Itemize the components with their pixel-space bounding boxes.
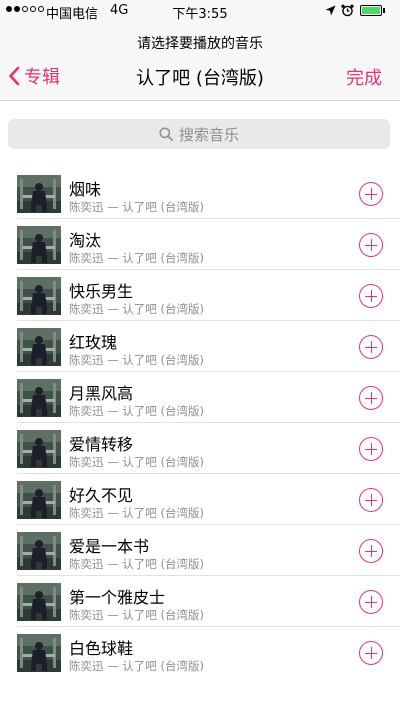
song-title: 红玫瑰 (69, 333, 118, 352)
song-title: 爱是一本书 (69, 537, 150, 556)
battery-cap (383, 8, 385, 13)
song-row[interactable]: 爱是一本书 陈奕迅 — 认了吧 (台湾版) (0, 525, 400, 576)
add-song-button[interactable] (359, 437, 383, 461)
add-song-button[interactable] (359, 488, 383, 512)
chevron-left-icon (9, 66, 20, 86)
album-artwork-thumbnail (17, 226, 61, 264)
song-title: 淘汰 (69, 231, 102, 250)
song-subtitle: 陈奕迅 — 认了吧 (台湾版) (69, 404, 204, 418)
song-subtitle: 陈奕迅 — 认了吧 (台湾版) (69, 608, 204, 622)
song-row[interactable]: 第一个雅皮士 陈奕迅 — 认了吧 (台湾版) (0, 576, 400, 627)
location-arrow-icon (325, 5, 336, 16)
search-icon (159, 127, 173, 141)
song-subtitle: 陈奕迅 — 认了吧 (台湾版) (69, 251, 204, 265)
song-subtitle: 陈奕迅 — 认了吧 (台湾版) (69, 353, 204, 367)
song-subtitle: 陈奕迅 — 认了吧 (台湾版) (69, 557, 204, 571)
album-artwork-thumbnail (17, 583, 61, 621)
song-row[interactable]: 爱情转移 陈奕迅 — 认了吧 (台湾版) (0, 423, 400, 474)
selection-prompt: 请选择要播放的音乐 (137, 36, 263, 52)
album-artwork-thumbnail (17, 175, 61, 213)
album-artwork-thumbnail (17, 277, 61, 315)
song-subtitle: 陈奕迅 — 认了吧 (台湾版) (69, 200, 204, 214)
song-title: 好久不见 (69, 486, 134, 505)
album-artwork-thumbnail (17, 430, 61, 468)
album-artwork-thumbnail (17, 328, 61, 366)
song-title: 第一个雅皮士 (69, 588, 166, 607)
album-artwork-thumbnail (17, 634, 61, 672)
song-row[interactable]: 红玫瑰 陈奕迅 — 认了吧 (台湾版) (0, 321, 400, 372)
song-row[interactable]: 淘汰 陈奕迅 — 认了吧 (台湾版) (0, 219, 400, 270)
add-song-button[interactable] (359, 590, 383, 614)
song-title: 白色球鞋 (69, 639, 134, 658)
alarm-clock-icon (341, 4, 354, 17)
search-placeholder: 搜索音乐 (178, 125, 239, 144)
add-song-button[interactable] (359, 182, 383, 206)
song-subtitle: 陈奕迅 — 认了吧 (台湾版) (69, 506, 204, 520)
song-subtitle: 陈奕迅 — 认了吧 (台湾版) (69, 455, 204, 469)
album-artwork-thumbnail (17, 481, 61, 519)
search-field[interactable]: 搜索音乐 (8, 119, 390, 149)
song-title: 爱情转移 (69, 435, 134, 454)
add-song-button[interactable] (359, 539, 383, 563)
song-title: 快乐男生 (69, 282, 134, 301)
clock: 下午3:55 (172, 7, 228, 22)
done-button[interactable]: 完成 (346, 64, 382, 90)
battery-icon (360, 5, 382, 16)
song-row[interactable]: 快乐男生 陈奕迅 — 认了吧 (台湾版) (0, 270, 400, 321)
song-subtitle: 陈奕迅 — 认了吧 (台湾版) (69, 302, 204, 316)
back-button[interactable]: 专辑 (8, 62, 60, 90)
song-list: 烟味 陈奕迅 — 认了吧 (台湾版) 淘汰 陈奕迅 — 认了吧 (台湾版) 快乐… (0, 168, 400, 678)
add-song-button[interactable] (359, 284, 383, 308)
album-artwork-thumbnail (17, 532, 61, 570)
song-title: 烟味 (69, 180, 102, 199)
album-artwork-thumbnail (17, 379, 61, 417)
song-row[interactable]: 月黑风高 陈奕迅 — 认了吧 (台湾版) (0, 372, 400, 423)
song-row[interactable]: 烟味 陈奕迅 — 认了吧 (台湾版) (0, 168, 400, 219)
add-song-button[interactable] (359, 335, 383, 359)
back-button-label: 专辑 (24, 67, 60, 88)
add-song-button[interactable] (359, 386, 383, 410)
song-title: 月黑风高 (69, 384, 134, 403)
song-subtitle: 陈奕迅 — 认了吧 (台湾版) (69, 659, 204, 673)
add-song-button[interactable] (359, 641, 383, 665)
status-bar: 中国电信 4G 下午3:55 (0, 0, 400, 22)
add-song-button[interactable] (359, 233, 383, 257)
song-row[interactable]: 白色球鞋 陈奕迅 — 认了吧 (台湾版) (0, 627, 400, 678)
page-title: 认了吧 (台湾版) (136, 68, 264, 89)
song-row[interactable]: 好久不见 陈奕迅 — 认了吧 (台湾版) (0, 474, 400, 525)
